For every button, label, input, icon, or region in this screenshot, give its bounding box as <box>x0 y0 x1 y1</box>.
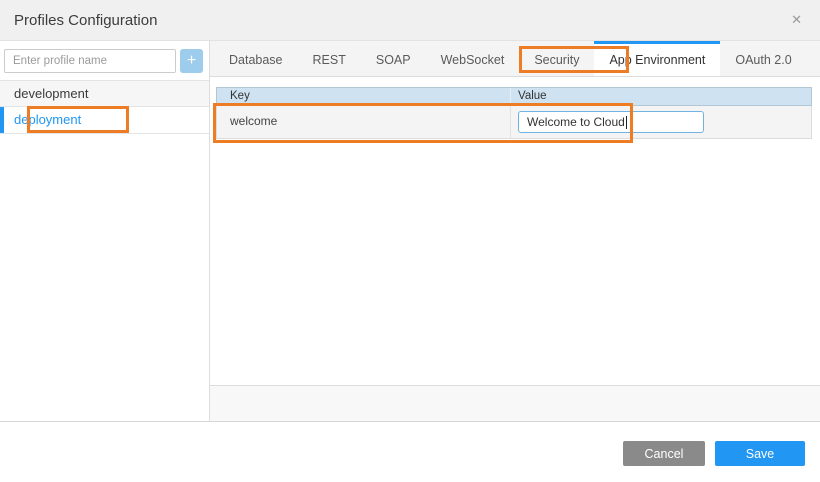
profile-item-label: development <box>14 86 88 101</box>
grid-row-welcome[interactable]: welcome Welcome to Cloud <box>216 106 812 139</box>
tab-soap[interactable]: SOAP <box>361 41 426 76</box>
selected-indicator-bar <box>0 107 4 133</box>
add-profile-button[interactable]: + <box>180 49 203 73</box>
dialog-body: + development deployment Database REST S… <box>0 41 820 422</box>
tab-websocket[interactable]: WebSocket <box>426 41 520 76</box>
grid-header-key: Key <box>217 88 511 105</box>
dialog-title: Profiles Configuration <box>14 12 157 29</box>
profile-list: development deployment <box>0 80 209 134</box>
value-input-text: Welcome to Cloud <box>527 112 625 132</box>
tab-database[interactable]: Database <box>214 41 298 76</box>
profile-item-label: deployment <box>14 112 81 127</box>
tab-app-environment[interactable]: App Environment <box>594 41 720 76</box>
grid-header-row: Key Value <box>216 87 812 106</box>
tab-content-app-environment: Key Value welcome Welcome to Cloud <box>210 77 820 385</box>
close-icon[interactable]: ✕ <box>787 10 806 30</box>
dialog-footer: Cancel Save <box>0 423 820 482</box>
key-value-grid: Key Value welcome Welcome to Cloud <box>216 87 812 139</box>
profile-detail-panel: Database REST SOAP WebSocket Security Ap… <box>210 41 820 421</box>
grid-header-value: Value <box>511 88 811 105</box>
profile-name-entry-row: + <box>0 41 209 80</box>
profile-item-deployment[interactable]: deployment <box>0 107 209 134</box>
tab-bar: Database REST SOAP WebSocket Security Ap… <box>210 41 820 77</box>
tab-security[interactable]: Security <box>519 41 594 76</box>
value-cell: Welcome to Cloud <box>511 106 811 138</box>
tab-rest[interactable]: REST <box>298 41 361 76</box>
text-cursor <box>626 116 627 129</box>
tab-oauth2[interactable]: OAuth 2.0 <box>720 41 806 76</box>
save-button[interactable]: Save <box>715 441 805 466</box>
profile-item-development[interactable]: development <box>0 80 209 107</box>
cancel-button[interactable]: Cancel <box>623 441 705 466</box>
value-input[interactable]: Welcome to Cloud <box>518 111 704 133</box>
profiles-sidebar: + development deployment <box>0 41 210 421</box>
profile-name-input[interactable] <box>4 49 176 73</box>
key-cell: welcome <box>217 106 511 138</box>
grid-footer-strip <box>210 385 820 421</box>
profiles-configuration-dialog: Profiles Configuration ✕ + development d… <box>0 0 820 482</box>
dialog-header: Profiles Configuration ✕ <box>0 0 820 41</box>
